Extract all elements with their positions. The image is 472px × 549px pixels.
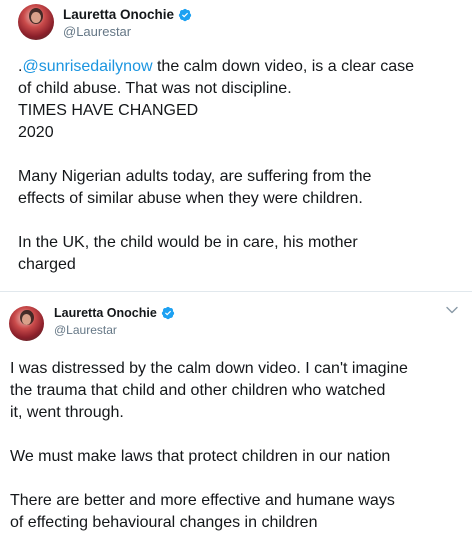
tweet-line: We must make laws that protect children … xyxy=(10,448,391,465)
tweet-line: TIMES HAVE CHANGED xyxy=(18,102,199,119)
author-handle[interactable]: @Laurestar xyxy=(63,24,131,39)
verified-badge-icon xyxy=(161,306,174,320)
tweet-line: 2020 xyxy=(18,124,54,141)
tweet-line-text: the calm down video, is a clear case xyxy=(152,58,414,75)
tweet-card[interactable]: Lauretta Onochie @Laurestar I was distre… xyxy=(0,292,472,549)
tweet-line: Many Nigerian adults today, are sufferin… xyxy=(18,168,372,185)
tweet-line: .@sunrisedailynow the calm down video, i… xyxy=(18,56,463,78)
tweet-line: the trauma that child and other children… xyxy=(10,382,386,399)
verified-badge-icon xyxy=(178,8,192,21)
tweet-line: charged xyxy=(18,256,76,273)
tweet-line: I was distressed by the calm down video.… xyxy=(10,360,408,377)
author-name-row: Lauretta Onochie xyxy=(63,7,192,22)
tweet-line: it, went through. xyxy=(10,404,124,421)
author-display-name[interactable]: Lauretta Onochie xyxy=(54,306,157,320)
avatar[interactable] xyxy=(18,4,54,40)
chevron-down-icon[interactable] xyxy=(446,306,458,314)
mention-link[interactable]: @sunrisedailynow xyxy=(22,58,152,75)
avatar[interactable] xyxy=(9,306,44,341)
author-handle[interactable]: @Laurestar xyxy=(54,323,117,337)
tweet-card[interactable]: Lauretta Onochie @Laurestar .@sunrisedai… xyxy=(0,0,472,292)
tweet-text: I was distressed by the calm down video.… xyxy=(10,358,465,534)
tweet-line: There are better and more effective and … xyxy=(10,492,395,509)
tweet-line: In the UK, the child would be in care, h… xyxy=(18,234,358,251)
author-name-row: Lauretta Onochie xyxy=(54,306,175,320)
author-display-name[interactable]: Lauretta Onochie xyxy=(63,7,174,22)
tweet-line: of child abuse. That was not discipline. xyxy=(18,80,292,97)
tweet-line: of effecting behavioural changes in chil… xyxy=(10,514,318,531)
tweet-line: effects of similar abuse when they were … xyxy=(18,190,363,207)
tweet-text: .@sunrisedailynow the calm down video, i… xyxy=(18,56,463,276)
